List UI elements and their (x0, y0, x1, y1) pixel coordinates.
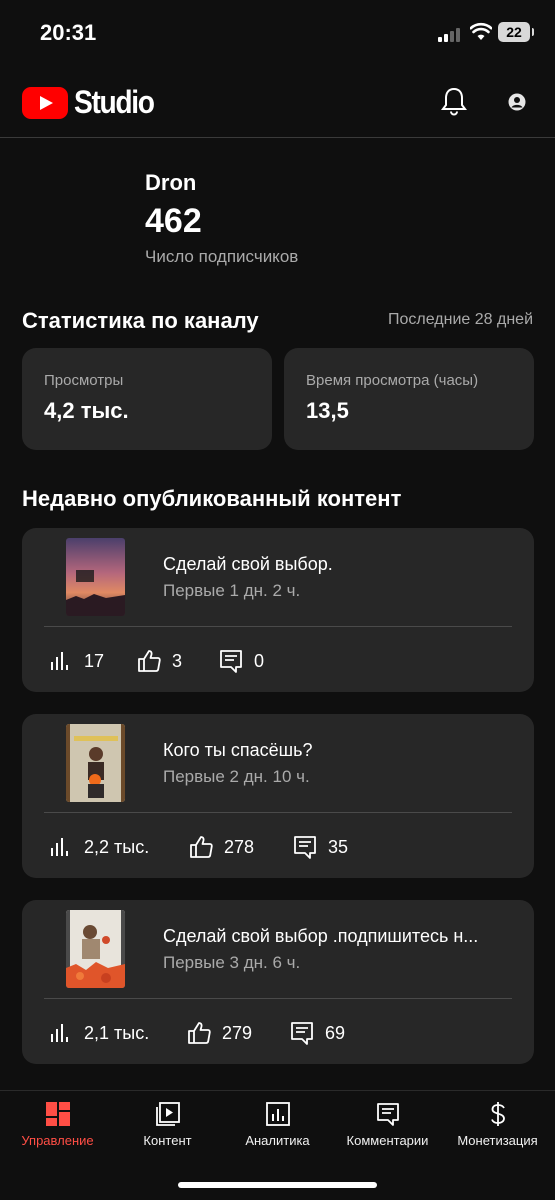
video-age: Первые 2 дн. 10 ч. (163, 767, 310, 786)
likes-count: 3 (172, 650, 183, 671)
stat-card-watch-time[interactable]: Время просмотра (часы) 13,5 (284, 348, 534, 450)
comments-count: 35 (328, 836, 349, 857)
recent-content-title: Недавно опубликованный контент (22, 486, 402, 511)
nav-label: Монетизация (457, 1133, 538, 1148)
logo-text: Studio (74, 84, 155, 120)
content-icon (155, 1102, 180, 1126)
comment-icon (291, 1022, 313, 1045)
like-icon (188, 1022, 211, 1044)
account-icon[interactable] (508, 93, 526, 111)
likes-count: 278 (224, 836, 255, 857)
divider (44, 812, 512, 813)
views-count: 2,1 тыс. (84, 1022, 150, 1043)
likes-count: 279 (222, 1022, 253, 1043)
monetization-icon (490, 1102, 505, 1126)
wifi-icon (470, 22, 492, 40)
app-header: Studio (0, 66, 555, 138)
comment-icon (294, 836, 316, 859)
like-icon (138, 650, 161, 672)
video-age: Первые 3 дн. 6 ч. (163, 953, 301, 972)
comments-icon (376, 1103, 399, 1126)
views-icon (51, 652, 68, 670)
video-card[interactable]: Сделай свой выбор .подпишитесь н... Перв… (22, 900, 534, 1064)
comments-metric: 0 (218, 648, 264, 674)
stat-label: Просмотры (44, 372, 124, 389)
views-metric: 2,1 тыс. (48, 1020, 149, 1046)
views-metric: 17 (48, 648, 104, 674)
video-card[interactable]: Кого ты спасёшь? Первые 2 дн. 10 ч. 2,2 … (22, 714, 534, 878)
stats-period: Последние 28 дней (388, 311, 533, 328)
thumbnail-image (66, 724, 125, 802)
likes-metric: 3 (136, 648, 182, 674)
like-icon (190, 836, 213, 858)
video-age: Первые 1 дн. 2 ч. (163, 581, 301, 600)
comments-metric: 69 (289, 1020, 345, 1046)
views-icon (51, 1024, 68, 1042)
channel-stats-title: Статистика по каналу (22, 308, 259, 333)
video-thumbnail[interactable] (66, 538, 125, 616)
video-thumbnail[interactable] (66, 724, 125, 802)
divider (44, 998, 512, 999)
analytics-icon (265, 1102, 290, 1126)
thumbnail-image (66, 910, 125, 988)
youtube-play-icon (22, 86, 68, 119)
divider (44, 626, 512, 627)
likes-metric: 279 (186, 1020, 252, 1046)
stat-label: Время просмотра (часы) (306, 372, 479, 389)
subscriber-count: 462 (145, 202, 202, 240)
channel-name: Dron (145, 170, 197, 195)
video-title: Сделай свой выбор. (163, 554, 333, 574)
battery-indicator: 22 (498, 22, 534, 42)
dashboard-icon (45, 1102, 70, 1126)
views-icon (51, 838, 68, 856)
bell-icon[interactable] (440, 86, 468, 116)
comments-count: 0 (254, 650, 265, 671)
comments-count: 69 (325, 1022, 346, 1043)
video-thumbnail[interactable] (66, 910, 125, 988)
video-card[interactable]: Сделай свой выбор. Первые 1 дн. 2 ч. 17 … (22, 528, 534, 692)
stat-value: 4,2 тыс. (44, 398, 129, 423)
status-time: 20:31 (40, 20, 97, 45)
thumbnail-image (66, 538, 125, 616)
views-count: 17 (84, 650, 105, 671)
video-title: Кого ты спасёшь? (163, 740, 313, 760)
likes-metric: 278 (188, 834, 254, 860)
stat-card-views[interactable]: Просмотры 4,2 тыс. (22, 348, 272, 450)
subscriber-count-label: Число подписчиков (145, 247, 299, 266)
views-count: 2,2 тыс. (84, 836, 150, 857)
youtube-studio-logo[interactable]: Studio (22, 84, 165, 121)
comment-icon (220, 650, 242, 673)
views-metric: 2,2 тыс. (48, 834, 149, 860)
video-title: Сделай свой выбор .подпишитесь н... (163, 926, 479, 946)
status-bar: 20:31 22 (0, 0, 555, 66)
cellular-signal-icon (438, 26, 464, 42)
comments-metric: 35 (292, 834, 348, 860)
home-indicator[interactable] (178, 1182, 377, 1188)
stat-value: 13,5 (306, 398, 349, 423)
